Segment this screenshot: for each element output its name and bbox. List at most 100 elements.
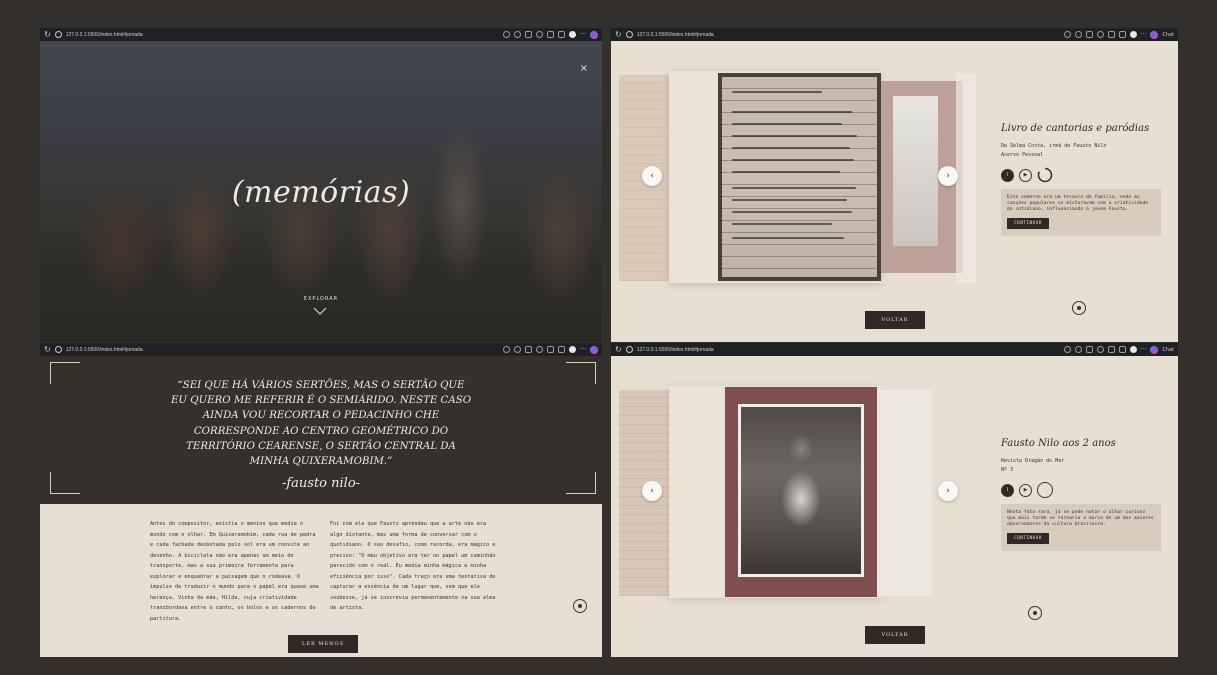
play-icon[interactable]: ▶ bbox=[1019, 168, 1032, 182]
explore-label[interactable]: EXPLORAR bbox=[40, 296, 602, 302]
copilot-icon[interactable] bbox=[1150, 30, 1159, 39]
zoom-icon[interactable] bbox=[514, 31, 522, 38]
favorites-icon[interactable] bbox=[558, 31, 566, 38]
address-bar[interactable]: 127.0.0.1:5500/index.html#jornada bbox=[637, 32, 714, 38]
handwriting-line bbox=[732, 159, 854, 161]
reload-icon[interactable]: ↻ bbox=[615, 345, 622, 354]
refresh-ext-icon[interactable] bbox=[1096, 31, 1104, 38]
handwriting-line bbox=[732, 237, 844, 239]
description-box: Este caderno era um tesouro de família, … bbox=[1001, 189, 1161, 236]
panel-quote: ↻ 127.0.0.1:5500/index.html#jornada ··· … bbox=[40, 343, 602, 657]
profile-avatar[interactable] bbox=[569, 346, 577, 353]
bookmark-icon[interactable] bbox=[525, 346, 533, 353]
more-menu-icon[interactable]: ··· bbox=[580, 31, 586, 38]
slide-subtitle-1: Revista Dragão do Mar bbox=[1001, 458, 1065, 464]
slide-subtitle-2: Nº 3 bbox=[1001, 467, 1014, 473]
copilot-label[interactable]: Chat bbox=[1162, 347, 1174, 353]
zoom-icon[interactable] bbox=[1074, 31, 1082, 38]
record-circle-icon[interactable] bbox=[1037, 482, 1053, 498]
copilot-icon[interactable] bbox=[590, 30, 598, 39]
address-bar[interactable]: 127.0.0.1:5500/index.html#jornada bbox=[66, 347, 143, 353]
extension-icon[interactable] bbox=[503, 346, 511, 353]
zoom-icon[interactable] bbox=[514, 346, 522, 353]
next-slide-back bbox=[877, 390, 932, 596]
chevron-right-icon[interactable]: › bbox=[938, 481, 958, 501]
reload-icon[interactable]: ↻ bbox=[44, 30, 51, 39]
copilot-icon[interactable] bbox=[1150, 345, 1159, 354]
favorites-icon[interactable] bbox=[1118, 31, 1126, 38]
handwriting-line bbox=[732, 211, 852, 213]
handwriting-line bbox=[732, 111, 852, 113]
puzzle-icon[interactable] bbox=[547, 346, 555, 353]
child-photo bbox=[738, 404, 864, 577]
audio-toggle-button[interactable] bbox=[1028, 606, 1042, 620]
puzzle-icon[interactable] bbox=[1107, 346, 1115, 353]
audio-toggle-button[interactable] bbox=[1072, 301, 1086, 315]
site-info-icon[interactable] bbox=[625, 31, 633, 38]
more-menu-icon[interactable]: ··· bbox=[580, 346, 586, 353]
handwriting-line bbox=[732, 147, 850, 149]
hero-photo: × (memórias) EXPLORAR bbox=[40, 41, 602, 342]
browser-actions: ··· bbox=[503, 345, 598, 354]
read-less-button[interactable]: LER MENOS bbox=[288, 635, 358, 653]
reload-icon[interactable]: ↻ bbox=[44, 345, 51, 354]
child-photo-image bbox=[741, 407, 861, 574]
more-menu-icon[interactable]: ··· bbox=[1141, 31, 1147, 38]
browser-actions: ··· Chat bbox=[1063, 345, 1174, 354]
info-button[interactable]: i bbox=[1001, 483, 1014, 497]
media-controls: i ▶ bbox=[1001, 167, 1161, 183]
puzzle-icon[interactable] bbox=[547, 31, 555, 38]
continue-button[interactable]: CONTINUAR bbox=[1007, 533, 1049, 544]
back-button[interactable]: VOLTAR bbox=[865, 626, 925, 644]
zoom-icon[interactable] bbox=[1074, 346, 1082, 353]
handwriting-line bbox=[732, 171, 840, 173]
profile-avatar[interactable] bbox=[1129, 346, 1137, 353]
extension-icon[interactable] bbox=[503, 31, 511, 38]
favorites-icon[interactable] bbox=[558, 346, 566, 353]
notebook-image bbox=[718, 73, 881, 281]
chevron-right-icon[interactable]: › bbox=[938, 166, 958, 186]
reload-icon[interactable]: ↻ bbox=[615, 30, 622, 39]
handwriting-line bbox=[732, 187, 856, 189]
address-bar[interactable]: 127.0.0.1:5500/index.html#jornada bbox=[637, 347, 714, 353]
hero-title: (memórias) bbox=[231, 175, 411, 210]
site-info-icon[interactable] bbox=[54, 31, 62, 38]
site-info-icon[interactable] bbox=[54, 346, 62, 353]
chevron-left-icon[interactable]: ‹ bbox=[642, 166, 662, 186]
slide-info: Livro de cantorias e paródias De Selma C… bbox=[1001, 123, 1161, 236]
extension-icon[interactable] bbox=[1063, 346, 1071, 353]
profile-avatar[interactable] bbox=[569, 31, 577, 38]
frame-corner bbox=[566, 362, 596, 384]
bookmark-icon[interactable] bbox=[1085, 346, 1093, 353]
profile-avatar[interactable] bbox=[1129, 31, 1137, 38]
more-menu-icon[interactable]: ··· bbox=[1141, 346, 1147, 353]
continue-button[interactable]: CONTINUAR bbox=[1007, 218, 1049, 229]
favorites-icon[interactable] bbox=[1118, 346, 1126, 353]
copilot-label[interactable]: Chat bbox=[1162, 32, 1174, 38]
copilot-icon[interactable] bbox=[590, 345, 598, 354]
extension-icon[interactable] bbox=[1063, 31, 1071, 38]
bookmark-icon[interactable] bbox=[525, 31, 533, 38]
refresh-ext-icon[interactable] bbox=[536, 31, 544, 38]
handwriting-line bbox=[732, 123, 842, 125]
refresh-ext-icon[interactable] bbox=[1096, 346, 1104, 353]
puzzle-icon[interactable] bbox=[1107, 31, 1115, 38]
bookmark-icon[interactable] bbox=[1085, 31, 1093, 38]
slide-title: Livro de cantorias e paródias bbox=[1001, 123, 1150, 134]
close-icon[interactable]: × bbox=[580, 63, 588, 74]
chevron-down-icon[interactable] bbox=[313, 304, 327, 318]
address-bar[interactable]: 127.0.0.1:5500/index.html#jornada bbox=[66, 32, 143, 38]
audio-toggle-button[interactable] bbox=[573, 599, 587, 613]
back-button[interactable]: VOLTAR bbox=[865, 311, 925, 329]
site-info-icon[interactable] bbox=[625, 346, 633, 353]
carousel-stage: ‹ › Livro de cantorias e paródias De Sel… bbox=[611, 41, 1178, 342]
handwriting-line bbox=[732, 91, 822, 93]
info-button[interactable]: i bbox=[1001, 168, 1014, 182]
description-box: Nesta foto rara, já se pode notar o olha… bbox=[1001, 504, 1161, 551]
quote-author: -fausto nilo- bbox=[281, 476, 361, 491]
refresh-ext-icon[interactable] bbox=[536, 346, 544, 353]
handwriting-line bbox=[732, 199, 847, 201]
browser-actions: ··· bbox=[503, 30, 598, 39]
chevron-left-icon[interactable]: ‹ bbox=[642, 481, 662, 501]
play-icon[interactable]: ▶ bbox=[1019, 483, 1032, 497]
